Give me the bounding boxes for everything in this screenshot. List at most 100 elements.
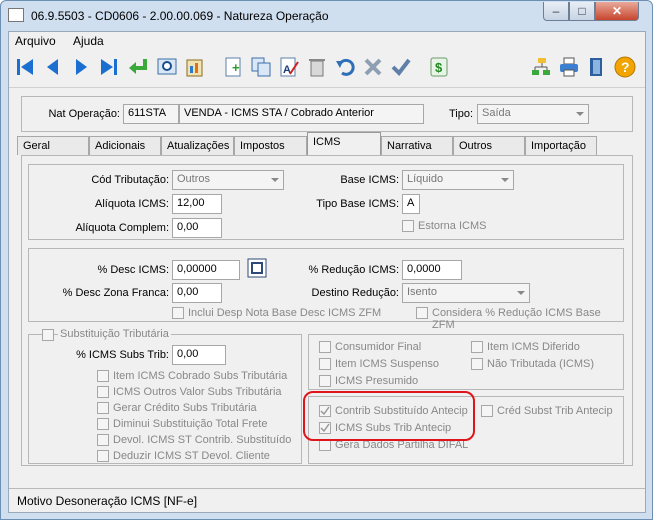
tab-impostos[interactable]: Impostos — [234, 136, 307, 155]
exit-icon[interactable] — [585, 55, 609, 79]
new-record-icon[interactable]: + — [221, 55, 245, 79]
chevron-down-icon — [501, 178, 509, 182]
subst-item-label: Deduzir ICMS ST Devol. Cliente — [113, 450, 270, 462]
base-icms-label: Base ICMS: — [340, 174, 399, 186]
pct-desc-icms-field[interactable]: 0,00000 — [172, 260, 240, 280]
destino-reducao-select[interactable]: Isento — [402, 283, 530, 303]
estorna-icms-checkbox[interactable] — [402, 220, 414, 232]
search-icon[interactable] — [155, 55, 179, 79]
application-window: 06.9.5503 - CD0606 - 2.00.00.069 - Natur… — [0, 0, 653, 520]
subst-item-checkbox[interactable] — [97, 418, 109, 430]
pct-desc-icms-label: % Desc ICMS: — [97, 264, 169, 276]
tipo-label: Tipo: — [448, 108, 473, 120]
icms-tab-page: Cód Tributação: Outros Alíquota ICMS: 12… — [21, 155, 633, 466]
destino-reducao-value: Isento — [407, 286, 437, 298]
aliquota-icms-label: Alíquota ICMS: — [95, 198, 169, 210]
item-icms-suspenso-checkbox[interactable] — [319, 358, 331, 370]
next-record-icon[interactable] — [69, 55, 93, 79]
nao-tributada-checkbox[interactable] — [471, 358, 483, 370]
subst-item-checkbox[interactable] — [97, 434, 109, 446]
edit-record-icon[interactable]: A — [277, 55, 301, 79]
considera-reducao-label: Considera % Redução ICMS Base ZFM — [432, 307, 601, 331]
status-bar: Motivo Desoneração ICMS [NF-e] — [9, 488, 645, 512]
menu-arquivo[interactable]: Arquivo — [15, 34, 56, 48]
base-icms-select[interactable]: Líquido — [402, 170, 514, 190]
inclui-desp-checkbox[interactable] — [172, 307, 184, 319]
chevron-down-icon — [517, 291, 525, 295]
pct-reducao-icms-label: % Redução ICMS: — [308, 264, 399, 276]
maximize-button[interactable]: □ — [569, 2, 595, 21]
substituicao-tributaria-label: Substituição Tributária — [58, 328, 171, 340]
consumidor-final-label: Consumidor Final — [335, 341, 422, 353]
nat-operacao-label: Nat Operação: — [48, 108, 120, 120]
desconto-group: % Desc ICMS: 0,00000 % Desc Zona Franca:… — [28, 248, 624, 331]
subst-item-checkbox[interactable] — [97, 450, 109, 462]
annotation-highlight — [303, 391, 475, 441]
cod-tributacao-value: Outros — [177, 173, 211, 185]
app-icon — [8, 8, 24, 22]
currency-icon[interactable]: $ — [427, 55, 451, 79]
tipo-select[interactable]: Saída — [477, 104, 589, 124]
help-icon[interactable]: ? — [613, 55, 637, 79]
copy-record-icon[interactable] — [249, 55, 273, 79]
consumidor-final-checkbox[interactable] — [319, 341, 331, 353]
tab-icms[interactable]: ICMS — [307, 132, 381, 156]
first-record-icon[interactable] — [13, 55, 37, 79]
print-icon[interactable] — [557, 55, 581, 79]
subst-item-label: Diminui Substituição Total Frete — [113, 418, 268, 430]
pct-icms-subs-trib-field[interactable]: 0,00 — [172, 345, 226, 365]
aliquota-icms-field[interactable]: 12,00 — [172, 194, 222, 214]
tab-geral[interactable]: Geral — [17, 136, 89, 155]
pct-desc-zona-franca-field[interactable]: 0,00 — [172, 283, 222, 303]
window-title: 06.9.5503 - CD0606 - 2.00.00.069 - Natur… — [31, 9, 329, 23]
calculator-icon[interactable] — [247, 258, 267, 278]
item-icms-diferido-label: Item ICMS Diferido — [487, 341, 580, 353]
icms-presumido-label: ICMS Presumido — [335, 375, 419, 387]
pct-reducao-icms-field[interactable]: 0,0000 — [402, 260, 462, 280]
last-record-icon[interactable] — [97, 55, 121, 79]
delete-record-icon[interactable] — [305, 55, 329, 79]
confirm-icon[interactable] — [389, 55, 413, 79]
minimize-button[interactable]: – — [543, 2, 569, 21]
tab-atualizacoes[interactable]: Atualizações — [161, 136, 234, 155]
substituicao-group: Substituição Tributária % ICMS Subs Trib… — [28, 328, 302, 464]
pct-icms-subs-trib-label: % ICMS Subs Trib: — [76, 349, 169, 361]
close-button[interactable]: ✕ — [595, 2, 639, 21]
cancel-icon[interactable] — [361, 55, 385, 79]
title-bar: 06.9.5503 - CD0606 - 2.00.00.069 - Natur… — [1, 1, 652, 31]
menu-ajuda[interactable]: Ajuda — [73, 34, 104, 48]
tipo-value: Saída — [482, 107, 511, 119]
nat-operacao-code-field[interactable]: 611STA — [123, 104, 179, 124]
tab-narrativa[interactable]: Narrativa — [381, 136, 453, 155]
substituicao-tributaria-checkbox[interactable] — [42, 329, 54, 341]
cred-subst-trib-antecip-label: Créd Subst Trib Antecip — [497, 405, 613, 417]
estorna-icms-label: Estorna ICMS — [418, 220, 487, 232]
aliquota-complem-field[interactable]: 0,00 — [172, 218, 222, 238]
goto-return-icon[interactable] — [127, 55, 151, 79]
chevron-down-icon — [271, 178, 279, 182]
cred-subst-trib-antecip-checkbox[interactable] — [481, 405, 493, 417]
icms-group: Cód Tributação: Outros Alíquota ICMS: 12… — [28, 164, 624, 240]
report-icon[interactable] — [183, 55, 207, 79]
tab-outros[interactable]: Outros — [453, 136, 525, 155]
item-icms-diferido-checkbox[interactable] — [471, 341, 483, 353]
previous-record-icon[interactable] — [41, 55, 65, 79]
subst-item-checkbox[interactable] — [97, 402, 109, 414]
undo-icon[interactable] — [333, 55, 357, 79]
tipo-base-icms-label: Tipo Base ICMS: — [316, 198, 399, 210]
subst-item-label: ICMS Outros Valor Subs Tributária — [113, 386, 282, 398]
pct-desc-zona-franca-label: % Desc Zona Franca: — [62, 287, 169, 299]
cod-tributacao-select[interactable]: Outros — [172, 170, 284, 190]
considera-reducao-checkbox[interactable] — [416, 307, 428, 319]
subst-item-checkbox[interactable] — [97, 386, 109, 398]
cod-tributacao-label: Cód Tributação: — [91, 174, 169, 186]
tab-adicionais[interactable]: Adicionais — [89, 136, 161, 155]
tab-importacao[interactable]: Importação — [525, 136, 597, 155]
tipo-base-icms-field[interactable]: A — [402, 194, 420, 214]
subst-item-checkbox[interactable] — [97, 370, 109, 382]
icms-presumido-checkbox[interactable] — [319, 375, 331, 387]
subst-item-label: Devol. ICMS ST Contrib. Substituído — [113, 434, 292, 446]
client-area: Arquivo Ajuda + A $ ? Nat Operação: 611S… — [8, 31, 646, 513]
structure-icon[interactable] — [529, 55, 553, 79]
nat-operacao-desc-field[interactable]: VENDA - ICMS STA / Cobrado Anterior — [179, 104, 424, 124]
